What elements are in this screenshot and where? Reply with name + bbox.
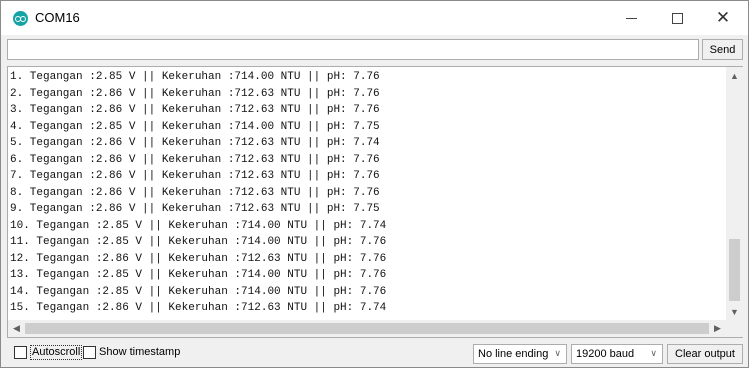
- serial-output-line: 9. Tegangan :2.86 V || Kekeruhan :712.63…: [10, 203, 380, 215]
- maximize-icon: [671, 12, 683, 24]
- maximize-button[interactable]: [654, 1, 700, 35]
- baud-rate-select[interactable]: 19200 baud ∨: [571, 344, 663, 364]
- horizontal-scrollbar[interactable]: ◀ ▶: [8, 320, 726, 337]
- serial-output-line: 6. Tegangan :2.86 V || Kekeruhan :712.63…: [10, 153, 380, 166]
- close-button[interactable]: ✕: [700, 1, 746, 35]
- serial-output[interactable]: 1. Tegangan :2.85 V || Kekeruhan :714.00…: [7, 66, 743, 338]
- clear-output-button[interactable]: Clear output: [667, 344, 743, 364]
- autoscroll-label[interactable]: Autoscroll: [30, 345, 83, 360]
- window-title: COM16: [35, 10, 80, 25]
- baud-rate-value: 19200 baud: [576, 348, 635, 360]
- serial-output-line: 1. Tegangan :2.85 V || Kekeruhan :714.00…: [10, 71, 380, 83]
- send-row: Send: [1, 38, 748, 62]
- serial-output-line: 3. Tegangan :2.86 V || Kekeruhan :712.63…: [10, 104, 380, 116]
- scrollbar-corner: [726, 320, 743, 337]
- line-ending-value: No line ending: [478, 348, 549, 360]
- autoscroll-checkbox[interactable]: [14, 346, 27, 359]
- minimize-button[interactable]: [608, 1, 654, 35]
- send-input[interactable]: [7, 39, 699, 60]
- vertical-scroll-thumb[interactable]: [729, 239, 740, 301]
- show-timestamp-checkbox[interactable]: [83, 346, 96, 359]
- scroll-up-icon[interactable]: ▲: [726, 67, 743, 84]
- serial-output-line: 4. Tegangan :2.85 V || Kekeruhan :714.00…: [10, 120, 380, 133]
- serial-output-text: 1. Tegangan :2.85 V || Kekeruhan :714.00…: [10, 69, 723, 321]
- send-button[interactable]: Send: [702, 39, 743, 60]
- scroll-left-icon[interactable]: ◀: [8, 320, 25, 337]
- show-timestamp-label[interactable]: Show timestamp: [99, 346, 180, 358]
- serial-output-line: 15. Tegangan :2.86 V || Kekeruhan :712.6…: [10, 302, 387, 314]
- serial-output-line: 7. Tegangan :2.86 V || Kekeruhan :712.63…: [10, 170, 380, 182]
- minimize-icon: [625, 17, 637, 19]
- serial-output-line: 12. Tegangan :2.86 V || Kekeruhan :712.6…: [10, 252, 387, 265]
- arduino-icon: [13, 11, 28, 26]
- serial-monitor-window: COM16 ✕ Send 1. Tegangan :2.85 V || Keke…: [0, 0, 749, 368]
- horizontal-scroll-thumb[interactable]: [25, 323, 709, 334]
- bottom-toolbar: Autoscroll Show timestamp No line ending…: [1, 341, 748, 367]
- scroll-right-icon[interactable]: ▶: [709, 320, 726, 337]
- serial-output-line: 10. Tegangan :2.85 V || Kekeruhan :714.0…: [10, 219, 387, 232]
- serial-output-line: 5. Tegangan :2.86 V || Kekeruhan :712.63…: [10, 137, 380, 149]
- title-bar[interactable]: COM16 ✕: [1, 1, 748, 35]
- serial-output-line: 2. Tegangan :2.86 V || Kekeruhan :712.63…: [10, 87, 380, 100]
- serial-output-line: 11. Tegangan :2.85 V || Kekeruhan :714.0…: [10, 236, 387, 248]
- chevron-down-icon: ∨: [650, 348, 657, 358]
- serial-output-line: 13. Tegangan :2.85 V || Kekeruhan :714.0…: [10, 269, 387, 281]
- serial-output-line: 8. Tegangan :2.86 V || Kekeruhan :712.63…: [10, 186, 380, 199]
- vertical-scrollbar[interactable]: ▲ ▼: [726, 67, 743, 320]
- chevron-down-icon: ∨: [554, 348, 561, 358]
- close-icon: ✕: [715, 8, 731, 27]
- line-ending-select[interactable]: No line ending ∨: [473, 344, 567, 364]
- scroll-down-icon[interactable]: ▼: [726, 303, 743, 320]
- serial-output-line: 14. Tegangan :2.85 V || Kekeruhan :714.0…: [10, 285, 387, 298]
